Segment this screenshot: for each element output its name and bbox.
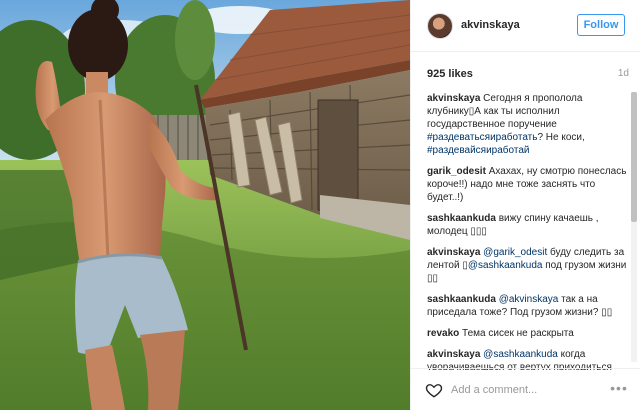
comment-username[interactable]: sashkaankuda: [427, 294, 496, 305]
add-comment-input[interactable]: [451, 381, 601, 399]
post-author-username[interactable]: akvinskaya: [461, 19, 520, 31]
post-time[interactable]: 1d: [618, 68, 629, 79]
comment-username[interactable]: revako: [427, 328, 459, 339]
comment-link[interactable]: @sashkaankuda: [483, 349, 558, 360]
comment-text: Тема сисек не раскрыта: [462, 328, 574, 339]
comment-username[interactable]: garik_odesit: [427, 166, 486, 177]
comments-scrollbar-thumb[interactable]: [631, 92, 637, 222]
post-side-panel: akvinskaya Follow 925 likes 1d akvinskay…: [410, 0, 640, 410]
heart-icon[interactable]: [425, 381, 443, 399]
post-photo[interactable]: [0, 0, 410, 410]
post-photo-illustration: [0, 0, 410, 410]
comment-item: akvinskaya Сегодня я прополола клубнику▯…: [427, 92, 627, 157]
comments-scrollbar[interactable]: [631, 92, 637, 362]
comment-item: revako Тема сисек не раскрыта: [427, 327, 627, 340]
likes-count[interactable]: 925 likes: [427, 68, 473, 80]
follow-button[interactable]: Follow: [577, 14, 625, 36]
comments-list: akvinskaya Сегодня я прополола клубнику▯…: [427, 92, 627, 370]
comment-username[interactable]: akvinskaya: [427, 93, 480, 104]
comment-text: ? Не коси,: [537, 132, 585, 143]
comment-item: akvinskaya @garik_odesit буду следить за…: [427, 246, 627, 285]
comment-item: akvinskaya @sashkaankuda когда уворачива…: [427, 348, 627, 370]
likes-row: 925 likes 1d: [411, 52, 640, 88]
avatar[interactable]: [427, 13, 453, 39]
comment-username[interactable]: akvinskaya: [427, 349, 480, 360]
comment-link[interactable]: @akvinskaya: [499, 294, 559, 305]
post-header: akvinskaya Follow: [411, 0, 640, 52]
comment-item: sashkaankuda вижу спину качаешь , молоде…: [427, 212, 627, 238]
comment-link[interactable]: @sashkaankuda: [468, 260, 543, 271]
add-comment-row: •••: [411, 368, 640, 410]
comment-link[interactable]: #раздевайсяиработай: [427, 145, 530, 156]
comment-item: sashkaankuda @akvinskaya так а на присед…: [427, 293, 627, 319]
comment-username[interactable]: akvinskaya: [427, 247, 480, 258]
comment-item: garik_odesit Ахахах, ну смотрю понеслась…: [427, 165, 627, 204]
comment-username[interactable]: sashkaankuda: [427, 213, 496, 224]
comment-link[interactable]: @garik_odesit: [483, 247, 547, 258]
comment-link[interactable]: #раздеватьсяиработать: [427, 132, 537, 143]
more-options-icon[interactable]: •••: [609, 381, 629, 399]
